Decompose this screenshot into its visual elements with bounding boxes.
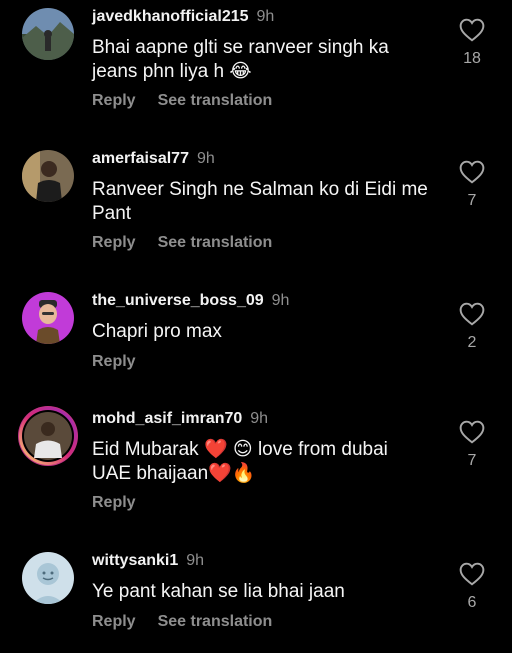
timestamp: 9h (271, 292, 290, 309)
comment-text: Ye pant kahan se lia bhai jaan (92, 581, 345, 602)
heart-outline-icon (459, 160, 485, 184)
see-translation-button[interactable]: See translation (158, 92, 273, 109)
heart-outline-icon (459, 18, 485, 42)
avatar[interactable] (22, 552, 74, 604)
comment-actions: Reply See translation (92, 92, 272, 110)
heart-outline-icon (459, 302, 485, 326)
comment-actions: Reply (92, 494, 136, 512)
timestamp: 9h (256, 8, 275, 25)
reply-button[interactable]: Reply (92, 234, 136, 251)
like-count: 18 (463, 50, 481, 67)
timestamp: 9h (196, 150, 215, 167)
like-count: 2 (467, 334, 477, 351)
reply-button[interactable]: Reply (92, 494, 136, 511)
see-translation-button[interactable]: See translation (158, 234, 273, 251)
comment-text: Chapri pro max (92, 321, 222, 342)
comment-actions: Reply See translation (92, 234, 272, 252)
comment-header: wittysanki1 9h (92, 552, 204, 570)
avatar-story-ring-icon (19, 407, 77, 465)
like-button[interactable]: 2 (455, 302, 489, 352)
timestamp: 9h (186, 552, 205, 569)
timestamp: 9h (250, 410, 269, 427)
reply-button[interactable]: Reply (92, 613, 136, 630)
comment-text: Ranveer Singh ne Salman ko di Eidi me Pa… (92, 179, 428, 224)
comment-header: mohd_asif_imran70 9h (92, 410, 268, 428)
comment-header: javedkhanofficial215 9h (92, 8, 274, 26)
like-button[interactable]: 7 (455, 160, 489, 210)
reply-button[interactable]: Reply (92, 92, 136, 109)
avatar[interactable] (22, 292, 74, 344)
like-count: 6 (467, 594, 477, 611)
like-count: 7 (467, 452, 477, 469)
avatar-memoji-icon (22, 292, 74, 344)
heart-outline-icon (459, 562, 485, 586)
username[interactable]: wittysanki1 (92, 552, 178, 569)
avatar[interactable] (22, 150, 74, 202)
heart-outline-icon (459, 420, 485, 444)
username[interactable]: mohd_asif_imran70 (92, 410, 242, 427)
comment-actions: Reply See translation (92, 613, 272, 631)
username[interactable]: amerfaisal77 (92, 150, 189, 167)
like-button[interactable]: 7 (455, 420, 489, 470)
avatar-photo-icon (22, 150, 74, 202)
comment-text: Eid Mubarak ❤️ 😊 love from dubai UAE bha… (92, 439, 388, 484)
comment-text: Bhai aapne glti se ranveer singh ka jean… (92, 37, 389, 82)
like-button[interactable]: 6 (455, 562, 489, 612)
avatar-photo-icon (22, 8, 74, 60)
username[interactable]: javedkhanofficial215 (92, 8, 249, 25)
comment-header: amerfaisal77 9h (92, 150, 215, 168)
see-translation-button[interactable]: See translation (158, 613, 273, 630)
username[interactable]: the_universe_boss_09 (92, 292, 264, 309)
comment-actions: Reply (92, 353, 136, 371)
reply-button[interactable]: Reply (92, 353, 136, 370)
like-button[interactable]: 18 (455, 18, 489, 68)
like-count: 7 (467, 192, 477, 209)
avatar[interactable] (22, 8, 74, 60)
comment-header: the_universe_boss_09 9h (92, 292, 289, 310)
avatar[interactable] (18, 406, 78, 466)
comments-list: javedkhanofficial215 9h Bhai aapne glti s… (0, 0, 512, 653)
avatar-illustration-icon (22, 552, 74, 604)
